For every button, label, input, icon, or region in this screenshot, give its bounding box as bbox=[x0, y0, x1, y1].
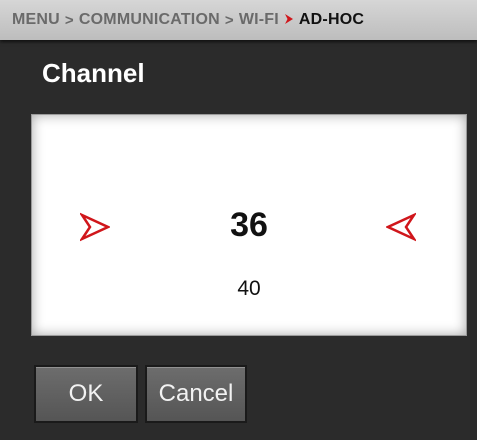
breadcrumb-item-menu[interactable]: MENU bbox=[12, 11, 60, 29]
breadcrumb-item-adhoc: AD-HOC bbox=[298, 11, 365, 28]
breadcrumb-item-communication[interactable]: COMMUNICATION bbox=[79, 11, 220, 29]
cancel-button[interactable]: Cancel bbox=[145, 365, 247, 423]
page-title: Channel bbox=[42, 58, 145, 88]
breadcrumb-separator-icon: > bbox=[224, 11, 234, 29]
channel-picker: 36 40 bbox=[31, 114, 467, 336]
breadcrumb-current-arrow-icon bbox=[284, 12, 294, 29]
breadcrumb-item-wifi[interactable]: WI-FI bbox=[239, 11, 279, 29]
breadcrumb-separator-icon: > bbox=[64, 11, 74, 29]
breadcrumb: MENU > COMMUNICATION > WI-FI AD-HOC bbox=[0, 0, 477, 40]
next-channel-value[interactable]: 40 bbox=[32, 277, 466, 301]
ok-button[interactable]: OK bbox=[34, 365, 138, 423]
arrow-left-icon[interactable] bbox=[386, 212, 416, 242]
